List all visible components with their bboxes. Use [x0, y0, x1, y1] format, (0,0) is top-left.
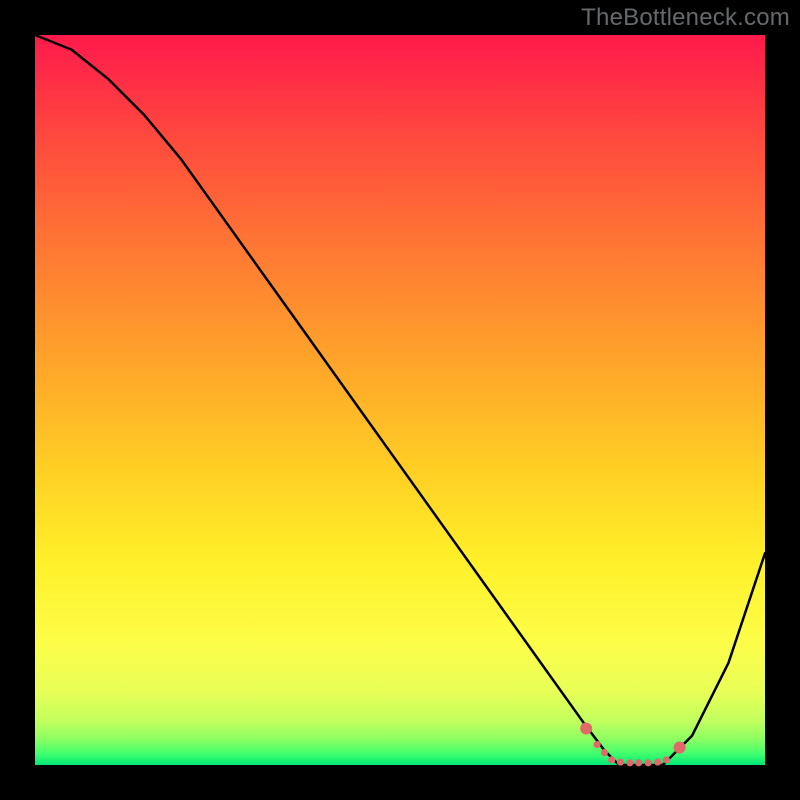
highlight-marker: [663, 756, 670, 763]
highlight-marker: [635, 759, 642, 766]
highlight-marker: [626, 759, 633, 766]
chart-svg: [0, 0, 800, 800]
highlight-marker: [601, 749, 608, 756]
highlight-marker: [654, 758, 661, 765]
highlight-marker: [645, 759, 652, 766]
highlight-marker: [594, 741, 601, 748]
highlight-marker: [674, 741, 686, 753]
highlight-marker: [580, 723, 592, 735]
chart-container: TheBottleneck.com: [0, 0, 800, 800]
highlight-marker: [608, 756, 615, 763]
highlight-marker: [617, 758, 624, 765]
plot-background: [35, 35, 765, 765]
watermark-text: TheBottleneck.com: [581, 4, 790, 32]
